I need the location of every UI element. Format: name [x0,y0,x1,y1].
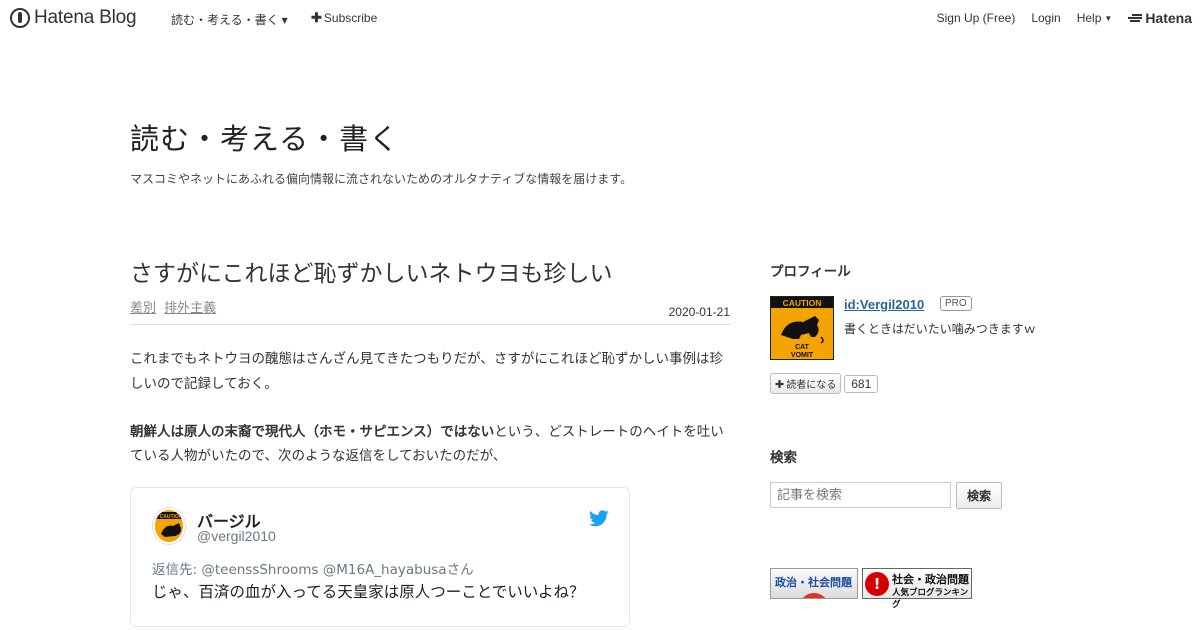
blog-description: マスコミやネットにあふれる偏向情報に流されないためのオルタナティブな情報を届けま… [130,172,633,186]
reader-count[interactable]: 681 [844,374,879,393]
category-link[interactable]: 差別 [130,301,156,316]
help-label: Help [1076,11,1102,25]
subscribe-label: Subscribe [323,11,378,25]
avatar-caution-text: CAUTION [160,514,183,520]
profile-id-link[interactable]: id:Vergil2010 [844,297,924,312]
entry-categories: 差別 排外主義 [130,297,220,316]
category-link[interactable]: 排外主義 [164,301,216,316]
main-article: さすがにこれほど恥ずかしいネトウヨも珍しい 差別 排外主義 2020-01-21… [130,258,730,627]
banner1-text: 政治・社会問題 [775,576,852,589]
reader-button-label: 読者になる [786,380,837,391]
sidebar: プロフィール CAUTION CAT VOMIT id:Vergil2010 P… [770,260,1070,610]
plus-icon: ✚ [311,10,322,25]
banner1-circle-icon [799,593,829,598]
entry-title[interactable]: さすがにこれほど恥ずかしいネトウヨも珍しい [130,258,640,291]
hatena-blog-logo[interactable]: Hatena Blog [10,7,137,29]
profile-module: CAUTION CAT VOMIT id:Vergil2010 PRO 書くとき… [770,296,1070,396]
hatena-mark-icon [1128,13,1143,23]
entry-paragraph: 朝鮮人は原人の末裔で現代人（ホモ・サピエンス）ではないという、どストレートのヘイ… [130,420,730,469]
profile-module-title: プロフィール [770,264,851,280]
entry-content: これまでもネトウヨの醜態はさんざん見てきたつもりだが、さすがにこれほど恥ずかしい… [130,347,730,468]
twitter-bird-icon[interactable] [589,509,609,531]
tweet-avatar[interactable]: CAUTION [153,507,185,544]
reader-row: ✚ 読者になる 681 [770,373,879,394]
blog-menu-dropdown[interactable]: 読む・考える・書く ▼ [171,11,288,28]
login-link[interactable]: Login [1031,11,1060,25]
blog-menu-label: 読む・考える・書く [171,13,279,27]
entry-meta: 差別 排外主義 2020-01-21 [130,297,730,326]
entry-paragraph: これまでもネトウヨの醜態はさんざん見てきたつもりだが、さすがにこれほど恥ずかしい… [130,351,724,392]
header-right-nav: Sign Up (Free) Login Help ▼ Hatena [937,10,1192,26]
search-form: 検索 [770,482,1002,509]
plus-icon: ✚ [775,378,785,391]
entry-bold-text: 朝鮮人は原人の末裔で現代人（ホモ・サピエンス）ではない [130,423,495,440]
subscribe-reader-button[interactable]: ✚ 読者になる [770,373,842,394]
ranking-logo-icon: ! [865,572,889,596]
search-input[interactable] [770,482,951,508]
embedded-tweet[interactable]: CAUTION バージル @vergil2010 返信先: @teenssShr… [130,486,630,627]
profile-icon-caution: CAUTION [783,298,822,308]
signup-link[interactable]: Sign Up (Free) [937,11,1016,25]
blog-title-area: 読む・考える・書く マスコミやネットにあふれる偏向情報に流されないためのオルタナ… [130,116,930,187]
hatena-logo-text: Hatena [1145,10,1192,26]
ranking-banners: 政治・社会問題 ! 社会・政治問題 人気ブログランキング [770,568,972,610]
help-menu[interactable]: Help ▼ [1077,11,1113,25]
pro-badge[interactable]: PRO [940,296,972,311]
tweet-reply-to[interactable]: 返信先: @teenssShrooms @M16A_hayabusaさん [152,558,474,578]
search-button[interactable]: 検索 [956,482,1002,509]
politics-ranking-banner[interactable]: 政治・社会問題 [770,568,858,599]
hatena-blog-logo-text: Hatena Blog [34,7,137,28]
search-module: 検索 検索 [770,446,1002,509]
search-module-title: 検索 [770,450,797,466]
caret-down-icon: ▼ [1104,14,1113,23]
subscribe-button[interactable]: ✚ Subscribe [311,10,377,26]
tweet-text: じゃ、百済の血が入ってる天皇家は原人つーことでいいよね？ [152,582,585,601]
hatena-blog-logo-icon [10,8,30,28]
caret-down-icon: ▼ [281,16,288,25]
tweet-author-handle[interactable]: @vergil2010 [197,528,276,544]
banner2-subtitle: 人気ブログランキング [892,588,969,610]
hatena-logo[interactable]: Hatena [1128,10,1192,26]
banner2-title: 社会・政治問題 [892,573,969,586]
blog-title[interactable]: 読む・考える・書く [130,116,930,158]
profile-icon[interactable]: CAUTION CAT VOMIT [770,296,834,360]
global-header: Hatena Blog 読む・考える・書く ▼ ✚ Subscribe Sign U… [0,0,1200,36]
svg-text:CAT: CAT [795,344,810,351]
blog-ranking-banner[interactable]: ! 社会・政治問題 人気ブログランキング [862,568,972,610]
entry-date[interactable]: 2020-01-21 [669,305,730,319]
svg-text:VOMIT: VOMIT [791,352,814,359]
profile-description: 書くときはだいたい噛みつきますｗ [844,322,1036,336]
